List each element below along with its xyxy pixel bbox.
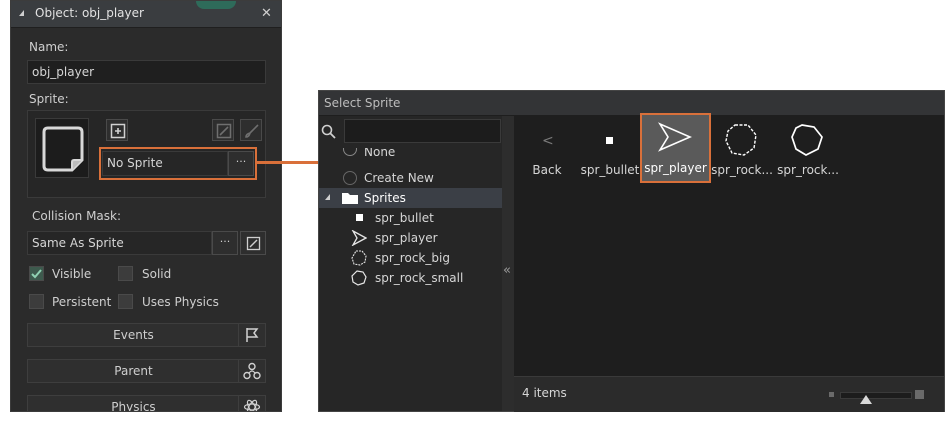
- none-icon: [343, 148, 357, 156]
- grid-item-back-label: Back: [532, 163, 562, 177]
- zoom-slider[interactable]: [840, 392, 912, 399]
- tree-item-none[interactable]: None: [319, 148, 502, 160]
- select-sprite-title: Select Sprite: [324, 96, 401, 110]
- parent-button[interactable]: Parent: [27, 359, 266, 383]
- grid-item-spr-rock-small-label: spr_rock...: [777, 163, 839, 177]
- search-input[interactable]: [344, 119, 501, 143]
- tree-item-spr-player[interactable]: spr_player: [319, 228, 502, 248]
- expand-triangle-icon[interactable]: [325, 194, 330, 200]
- checkmark-icon: [31, 269, 42, 279]
- edit-image-icon: [216, 123, 232, 139]
- grid-item-spr-player[interactable]: spr_player: [640, 113, 711, 183]
- collision-mask-field[interactable]: Same As Sprite: [27, 231, 212, 255]
- player-sprite-icon: [351, 230, 367, 246]
- events-button[interactable]: Events: [27, 323, 266, 347]
- grid-item-spr-rock-small[interactable]: spr_rock...: [776, 119, 840, 179]
- collision-mask-edit-button[interactable]: [240, 231, 266, 255]
- object-panel-title: Object: obj_player: [35, 6, 144, 20]
- uses-physics-label: Uses Physics: [142, 295, 219, 309]
- create-new-icon: [343, 171, 357, 185]
- atom-icon: [243, 399, 261, 411]
- rock-small-sprite-icon: [351, 270, 367, 286]
- physics-button[interactable]: Physics: [27, 395, 266, 412]
- brush-icon: [245, 124, 259, 138]
- sprite-label: Sprite:: [29, 92, 69, 106]
- grid-item-spr-bullet[interactable]: spr_bullet: [578, 119, 642, 179]
- grid-item-spr-rock-big-label: spr_rock...: [711, 163, 773, 177]
- visible-label: Visible: [52, 267, 92, 281]
- parent-label: Parent: [114, 364, 153, 378]
- object-editor-panel: Object: obj_player ✕ Name: obj_player Sp…: [10, 0, 282, 412]
- close-icon[interactable]: ✕: [261, 6, 272, 21]
- tree-item-spr-rock-small[interactable]: spr_rock_small: [319, 268, 502, 288]
- select-sprite-titlebar: Select Sprite: [319, 91, 944, 116]
- tree-folder-sprites[interactable]: Sprites: [319, 188, 502, 208]
- grid-item-spr-player-label: spr_player: [644, 161, 707, 175]
- back-arrow-icon: <: [542, 133, 554, 149]
- tree-item-create-new[interactable]: Create New: [319, 168, 502, 188]
- resource-tree: None Create New Sprites spr_bullet spr_p…: [319, 116, 502, 411]
- grid-item-spr-rock-big[interactable]: spr_rock...: [710, 119, 774, 179]
- folder-icon: [342, 193, 358, 204]
- edit-sprite-brush-button[interactable]: [240, 119, 262, 141]
- item-count: 4 items: [522, 386, 567, 400]
- persistent-label: Persistent: [52, 295, 112, 309]
- flag-icon: [246, 328, 259, 342]
- tree-item-spr-bullet[interactable]: spr_bullet: [319, 208, 502, 228]
- collapse-triangle-icon[interactable]: [19, 10, 24, 16]
- physics-label: Physics: [111, 400, 156, 412]
- player-thumbnail-icon: [658, 122, 692, 152]
- object-panel-header: Object: obj_player ✕: [11, 1, 281, 28]
- status-bar: 4 items: [514, 376, 944, 412]
- zoom-slider-handle[interactable]: [860, 395, 872, 404]
- tree-item-spr-bullet-label: spr_bullet: [375, 211, 434, 225]
- events-label: Events: [113, 328, 154, 342]
- edit-mask-icon: [246, 236, 261, 251]
- edit-sprite-button[interactable]: [212, 119, 234, 141]
- tree-folder-sprites-label: Sprites: [364, 191, 406, 205]
- select-sprite-window: Select Sprite None Create New Sprites sp…: [318, 90, 945, 412]
- collision-mask-menu-button[interactable]: ···: [212, 231, 238, 255]
- search-icon: [321, 124, 336, 139]
- zoom-min-icon: [829, 392, 834, 397]
- grid-item-spr-bullet-label: spr_bullet: [580, 163, 640, 177]
- hierarchy-icon: [243, 362, 261, 380]
- tree-item-spr-player-label: spr_player: [375, 231, 438, 245]
- persistent-checkbox[interactable]: [29, 294, 44, 309]
- solid-checkbox[interactable]: [118, 266, 133, 281]
- rock-big-thumbnail-icon: [725, 124, 757, 156]
- zoom-max-icon: [915, 390, 924, 399]
- rock-big-sprite-icon: [351, 250, 367, 266]
- name-field[interactable]: obj_player: [27, 60, 266, 84]
- uses-physics-checkbox[interactable]: [118, 294, 133, 309]
- sprite-field[interactable]: No Sprite: [102, 151, 228, 176]
- sprite-grid: < Back spr_bullet spr_player spr_rock...…: [514, 113, 944, 376]
- sprite-browse-button[interactable]: ···: [228, 151, 254, 176]
- tree-item-create-new-label: Create New: [364, 171, 434, 185]
- rock-small-thumbnail-icon: [791, 124, 823, 156]
- collapse-panel-icon[interactable]: «: [503, 263, 511, 278]
- panel-splitter[interactable]: «: [502, 116, 514, 411]
- empty-sprite-icon: [42, 126, 84, 172]
- grid-item-back[interactable]: < Back: [518, 119, 576, 179]
- tree-item-spr-rock-big-label: spr_rock_big: [375, 251, 450, 265]
- bullet-thumbnail-icon: [606, 137, 613, 144]
- bullet-sprite-icon: [356, 214, 363, 221]
- tree-item-spr-rock-big[interactable]: spr_rock_big: [319, 248, 502, 268]
- tree-item-none-label: None: [364, 148, 396, 159]
- solid-label: Solid: [142, 267, 172, 281]
- sprite-preview[interactable]: [35, 118, 89, 178]
- collision-mask-label: Collision Mask:: [32, 209, 122, 223]
- new-sprite-button[interactable]: [106, 119, 128, 141]
- name-label: Name:: [29, 40, 69, 54]
- visible-checkbox[interactable]: [29, 266, 44, 281]
- tree-item-spr-rock-small-label: spr_rock_small: [375, 271, 464, 285]
- add-sprite-icon: [110, 123, 126, 139]
- header-accent: [196, 1, 236, 9]
